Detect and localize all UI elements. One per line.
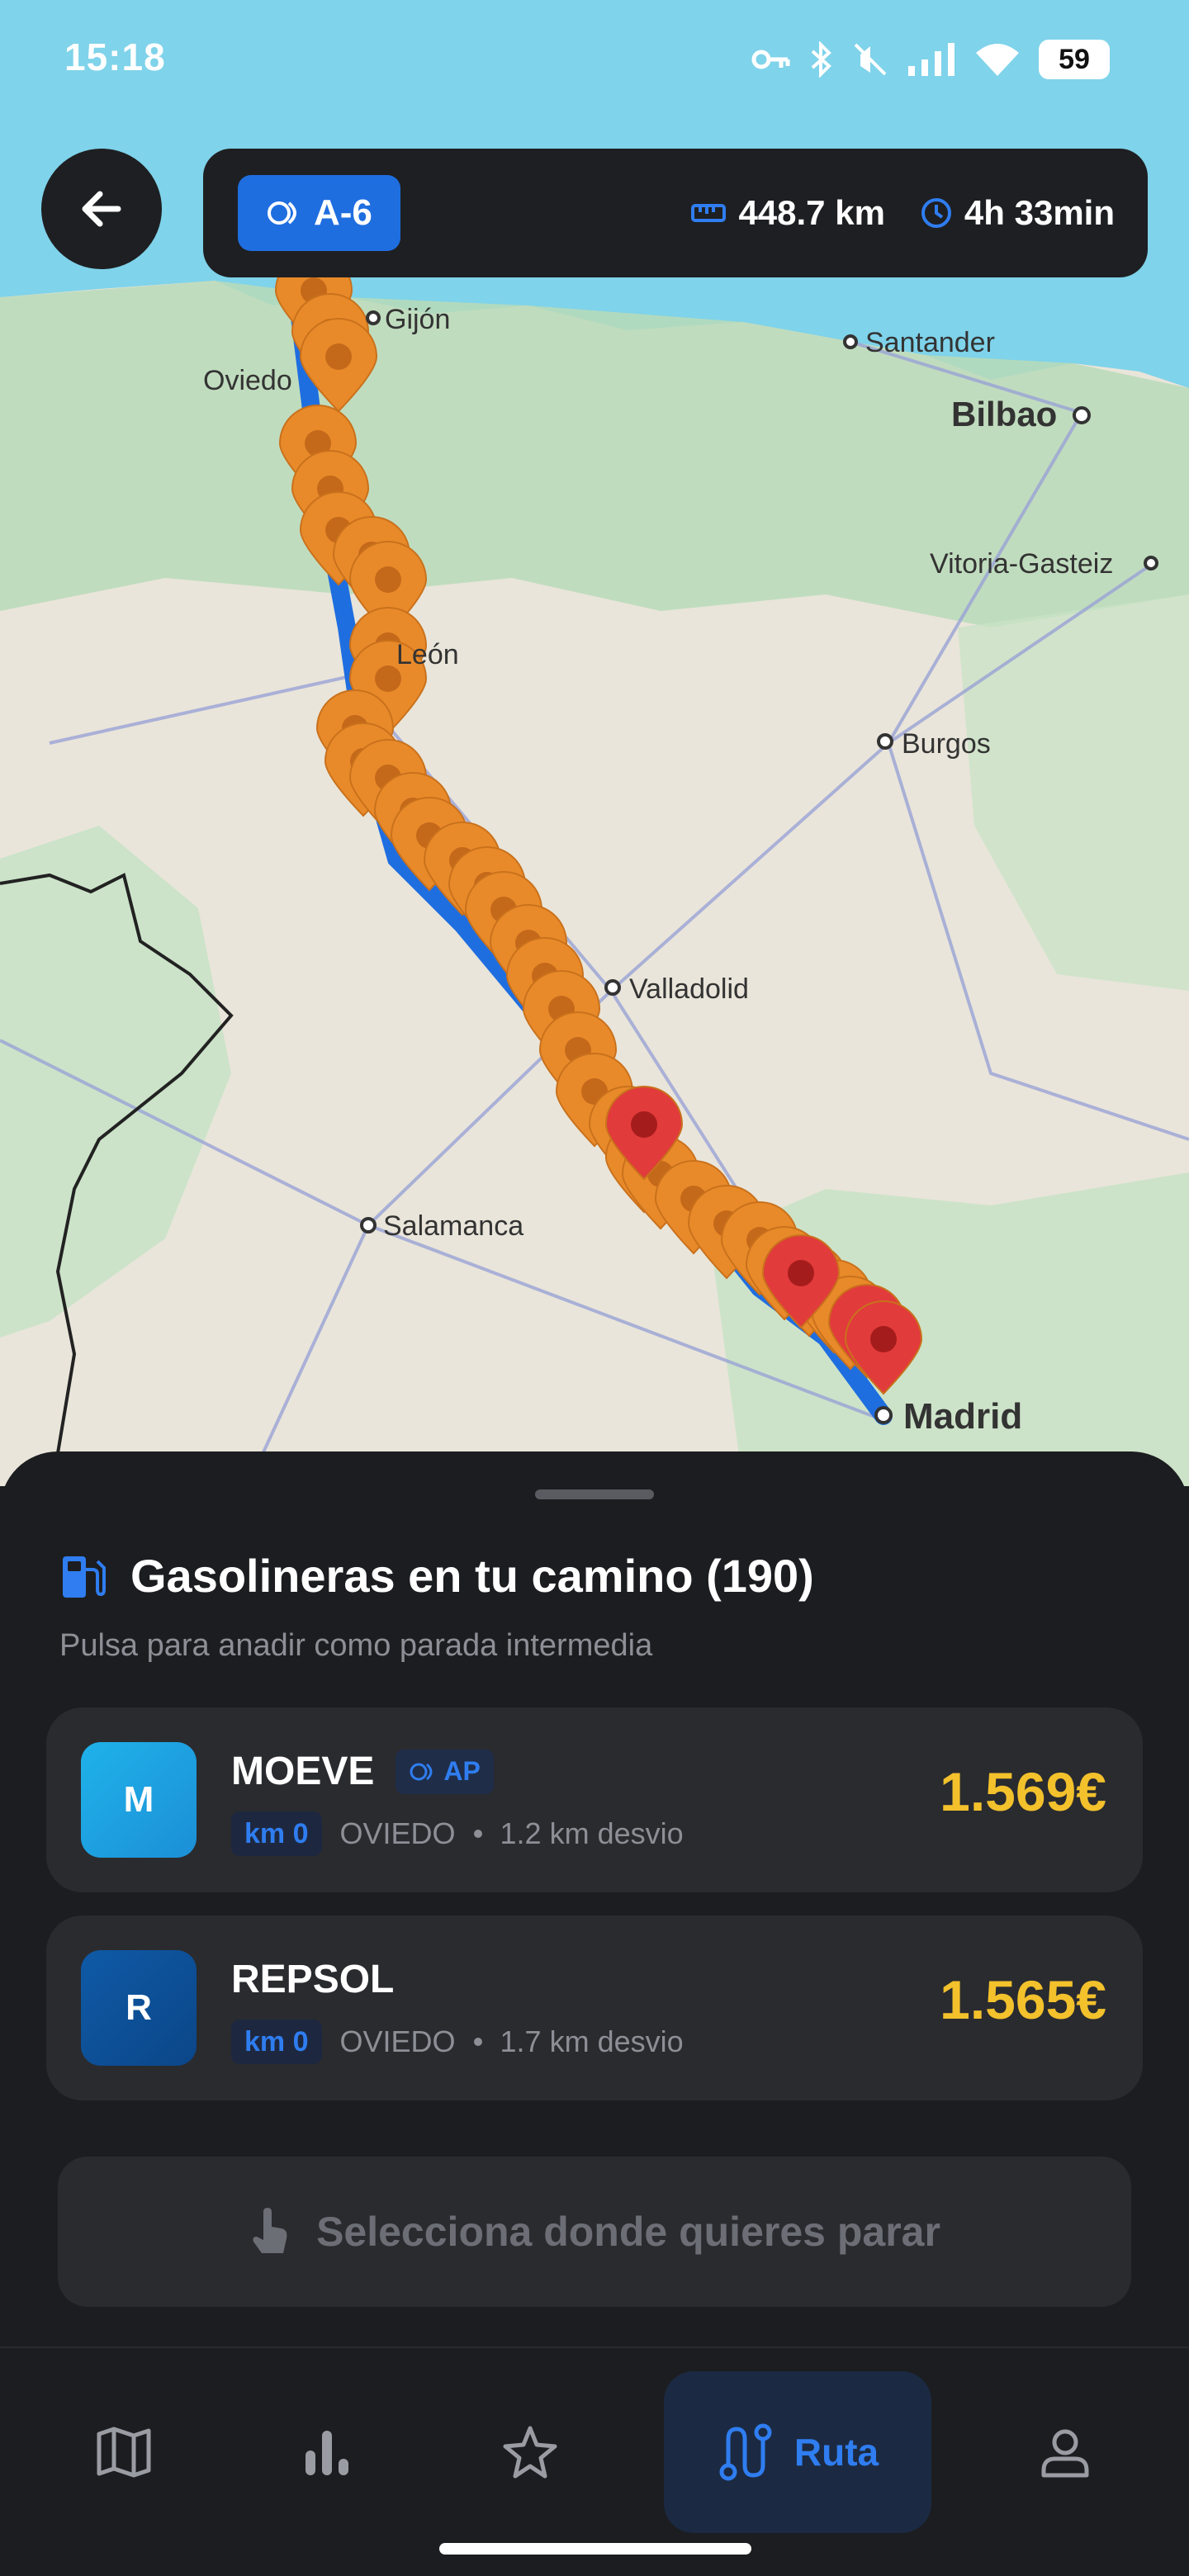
wifi-icon (976, 44, 1019, 76)
station-logo: M (81, 1742, 197, 1858)
toll-badge: AP (396, 1749, 494, 1794)
route-icon (719, 2423, 772, 2481)
nav-map[interactable] (66, 2371, 182, 2533)
city-valladolid: Valladolid (629, 973, 749, 1005)
nav-profile[interactable] (1007, 2371, 1123, 2533)
stats-icon (306, 2431, 348, 2475)
city-salamanca: Salamanca (383, 1210, 523, 1242)
signal-icon (908, 43, 955, 76)
marker-dot (870, 1326, 897, 1352)
toll-road-icon (410, 1763, 433, 1780)
route-distance-value: 448.7 km (738, 193, 885, 232)
city-leon: León (396, 639, 459, 670)
city-madrid: Madrid (903, 1396, 1022, 1437)
station-detour: 1.2 km desvio (500, 1816, 684, 1850)
arrow-left-icon (82, 191, 121, 227)
status-icons: 59 (751, 33, 1110, 86)
tap-hand-icon (253, 2208, 287, 2253)
station-name: REPSOL (231, 1957, 394, 2002)
sheet-drag-handle[interactable] (535, 1489, 654, 1499)
battery-indicator: 59 (1039, 40, 1110, 79)
station-city: OVIEDO (339, 1816, 456, 1850)
road-name: A-6 (314, 192, 372, 233)
status-time: 15:18 (64, 36, 166, 78)
back-button[interactable] (41, 149, 162, 269)
station-name: MOEVE AP (231, 1749, 494, 1794)
km-chip: km 0 (231, 2020, 322, 2064)
profile-icon (1041, 2429, 1089, 2478)
mute-icon (854, 43, 887, 76)
station-name-text: MOEVE (231, 1750, 375, 1793)
station-price: 1.569€ (940, 1761, 1106, 1822)
city-bilbao: Bilbao (951, 395, 1057, 433)
station-card-moeve[interactable]: M MOEVE AP km 0 OVIEDO 1.2 km desvio 1.5… (46, 1707, 1143, 1892)
stations-sheet: Gasolineras en tu camino (190) Pulsa par… (0, 1451, 1189, 2347)
sheet-title-text: Gasolineras en tu camino (190) (130, 1550, 814, 1602)
star-icon (503, 2426, 557, 2479)
km-chip: km 0 (231, 1811, 322, 1856)
nav-stats[interactable] (269, 2371, 385, 2533)
station-meta: km 0 OVIEDO 1.2 km desvio (231, 1811, 684, 1856)
sheet-title: Gasolineras en tu camino (190) (59, 1549, 814, 1603)
separator-dot (473, 2038, 482, 2046)
ruler-icon (691, 204, 727, 222)
marker-dot (325, 343, 352, 370)
station-city: OVIEDO (339, 2024, 456, 2058)
city-santander: Santander (865, 327, 995, 358)
nav-route-label: Ruta (793, 2431, 879, 2474)
nav-favorites[interactable] (472, 2371, 588, 2533)
city-gijon: Gijón (385, 304, 450, 335)
city-oviedo: Oviedo (203, 365, 292, 396)
station-card-repsol[interactable]: R REPSOL km 0 OVIEDO 1.7 km desvio 1.565… (46, 1915, 1143, 2100)
route-duration: 4h 33min (920, 193, 1115, 233)
station-price: 1.565€ (940, 1969, 1106, 2030)
route-duration-value: 4h 33min (964, 193, 1115, 232)
fuel-pump-icon (63, 1556, 106, 1598)
station-name-text: REPSOL (231, 1958, 395, 2001)
status-bar: 15:18 59 (0, 0, 1189, 116)
sheet-subtitle: Pulsa para anadir como parada intermedia (59, 1628, 653, 1663)
city-vitoria: Vitoria-Gasteiz (930, 548, 1113, 580)
vpn-key-icon (751, 50, 790, 69)
route-summary-bar: A-6 448.7 km 4h 33min (203, 149, 1148, 277)
marker-dot (788, 1260, 814, 1286)
separator-dot (473, 1830, 482, 1838)
route-distance: 448.7 km (690, 193, 885, 233)
home-indicator[interactable] (439, 2543, 751, 2555)
toll-badge-label: AP (443, 1756, 481, 1786)
nav-route[interactable]: Ruta (664, 2371, 931, 2533)
clock-icon (921, 198, 951, 228)
city-burgos: Burgos (902, 728, 991, 760)
marker-dot (375, 566, 401, 593)
select-stop-button[interactable]: Selecciona donde quieres parar (58, 2157, 1131, 2307)
bottom-navigation: Ruta (0, 2346, 1189, 2576)
select-stop-label: Selecciona donde quieres parar (316, 2209, 940, 2255)
station-meta: km 0 OVIEDO 1.7 km desvio (231, 2020, 684, 2064)
map-icon (97, 2427, 151, 2478)
toll-road-icon (268, 201, 296, 225)
bluetooth-icon (811, 41, 831, 78)
station-detour: 1.7 km desvio (500, 2024, 684, 2058)
marker-dot (631, 1111, 657, 1138)
station-logo: R (81, 1950, 197, 2066)
road-chip[interactable]: A-6 (238, 175, 400, 251)
